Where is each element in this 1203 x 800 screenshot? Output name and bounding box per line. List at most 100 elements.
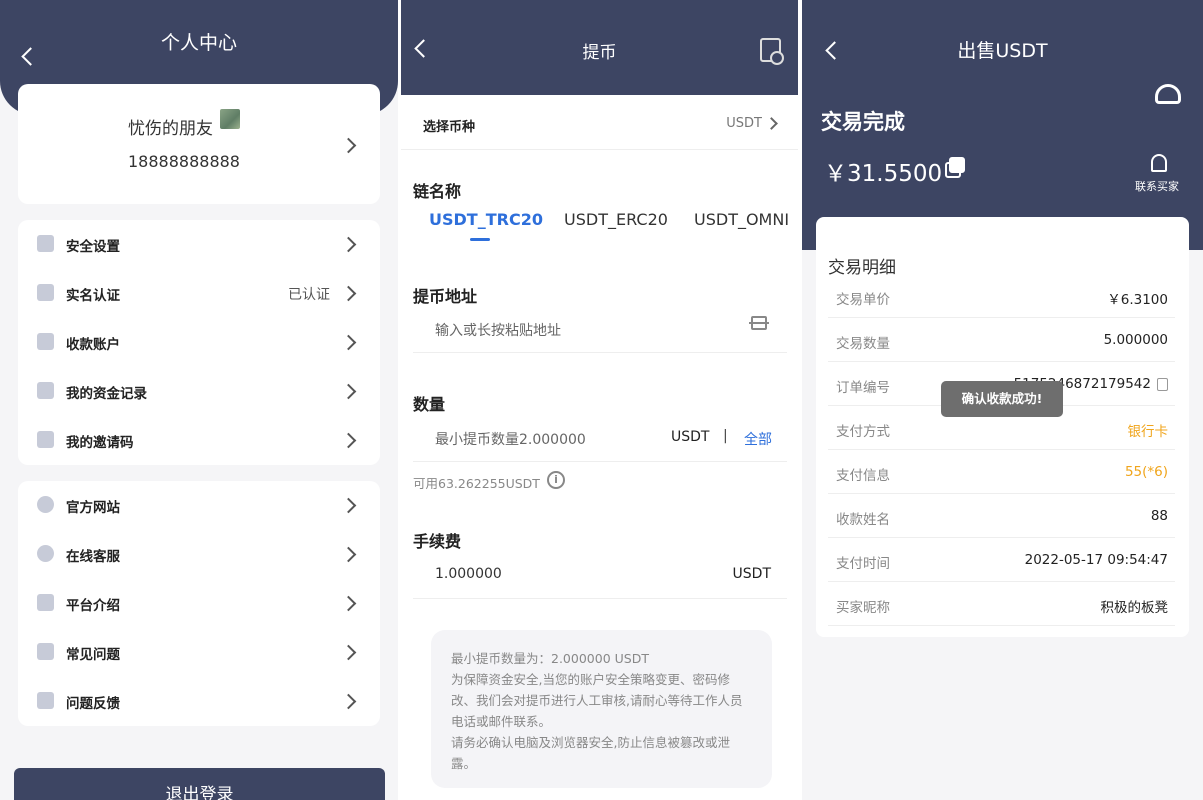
menu-item-platform-intro[interactable]: 平台介绍 [18,579,380,628]
detail-value: 5.000000 [1103,332,1168,348]
shield-icon [37,235,54,252]
notice-line: 最小提币数量为：2.000000 USDT [451,651,649,666]
tab-usdt-erc20[interactable]: USDT_ERC20 [564,210,668,229]
chevron-right-icon [340,693,357,710]
amount-label: 数量 [413,395,446,414]
all-amount-button[interactable]: 全部 [744,429,772,449]
detail-value: 2022-05-17 09:54:47 [1024,552,1168,568]
detail-row: 收款姓名 88 [828,494,1175,538]
trade-amount: ￥31.5500 [824,161,943,187]
detail-key: 支付方式 [836,424,890,440]
detail-row: 交易单价 ￥6.3100 [828,274,1175,318]
menu-group-account: 安全设置 实名认证 已认证 收款账户 我的资金记录 我的邀请码 [18,220,380,465]
tab-usdt-trc20[interactable]: USDT_TRC20 [429,210,543,229]
detail-row: 支付信息 55(*6) [828,450,1175,494]
menu-group-help: 官方网站 在线客服 平台介绍 常见问题 问题反馈 [18,481,380,726]
chevron-right-icon [340,497,357,514]
amount-input[interactable]: 最小提币数量2.000000 USDT | 全部 [413,414,787,462]
menu-item-invite-code[interactable]: 我的邀请码 [18,416,380,465]
profile-card[interactable]: 忧伤的朋友 18888888888 [18,84,380,204]
trade-status: 交易完成 [821,110,905,134]
detail-row: 支付时间 2022-05-17 09:54:47 [828,538,1175,582]
chevron-right-icon [340,285,357,302]
copy-icon[interactable] [1157,378,1168,391]
wallet-icon [37,284,54,301]
menu-item-fund-record[interactable]: 我的资金记录 [18,367,380,416]
detail-row: 交易数量 5.000000 [828,318,1175,362]
page-title: 出售USDT [957,40,1048,62]
menu-item-security[interactable]: 安全设置 [18,220,380,269]
fee-row: 1.000000 USDT [413,551,787,599]
copy-icon[interactable] [945,157,965,178]
phone-number: 18888888888 [128,152,240,171]
bell-icon[interactable] [1151,154,1167,172]
menu-item-online-service[interactable]: 在线客服 [18,530,380,579]
customer-service-icon[interactable] [1155,84,1181,104]
coin-selector[interactable]: 选择币种 USDT [401,96,798,150]
detail-value: ￥6.3100 [1107,292,1168,308]
fee-unit: USDT [732,566,771,582]
page-title: 个人中心 [160,32,237,54]
fee-value: 1.000000 [435,566,502,582]
detail-key: 买家昵称 [836,600,890,616]
verified-status: 已认证 [288,287,330,303]
detail-key: 交易数量 [836,336,890,352]
payment-method[interactable]: 银行卡 [1128,420,1169,440]
amount-unit: USDT [671,429,710,445]
address-input[interactable]: 输入或长按粘贴地址 [413,306,787,353]
coin-selector-label: 选择币种 [423,120,476,135]
chevron-right-icon [340,546,357,563]
menu-item-feedback[interactable]: 问题反馈 [18,677,380,726]
payment-info[interactable]: 55(*6) [1125,464,1168,480]
menu-item-label: 我的资金记录 [66,386,147,402]
notice-line: 请务必确认电脑及浏览器安全,防止信息被篡改或泄露。 [451,735,730,771]
chevron-right-icon [340,137,357,154]
trade-detail-card: 交易明细 交易单价 ￥6.3100 交易数量 5.000000 订单编号 517… [816,217,1189,637]
tab-usdt-omni[interactable]: USDT_OMNI [694,210,789,229]
detail-key: 订单编号 [836,380,890,396]
detail-value: 88 [1150,508,1168,524]
withdraw-record-icon[interactable] [760,38,784,65]
menu-item-faq[interactable]: 常见问题 [18,628,380,677]
scan-icon[interactable] [749,316,769,330]
address-label: 提币地址 [413,287,478,306]
withdraw-panel: 提币 选择币种 USDT 链名称 USDT_TRC20 USDT_ERC20 U… [401,0,798,800]
detail-key: 收款姓名 [836,512,890,528]
chevron-right-icon [340,432,357,449]
user-name: 忧伤的朋友 [128,119,213,139]
menu-item-label: 在线客服 [66,549,120,565]
logout-button[interactable]: 退出登录 [14,768,385,800]
detail-key: 支付信息 [836,468,890,484]
fund-record-icon [37,382,54,399]
chevron-right-icon [340,644,357,661]
invite-icon [37,431,54,448]
menu-item-website[interactable]: 官方网站 [18,481,380,530]
feedback-icon [37,692,54,709]
available-balance: 可用63.262255USDT [413,476,540,491]
sell-usdt-panel: 出售USDT 交易完成 ￥31.5500 联系买家 交易明细 交易单价 ￥6.3… [802,0,1203,800]
menu-item-label: 收款账户 [66,337,120,353]
faq-icon [37,643,54,660]
info-icon[interactable]: i [547,471,565,489]
chevron-right-icon [340,334,357,351]
menu-item-label: 我的邀请码 [66,435,134,451]
address-placeholder: 输入或长按粘贴地址 [435,323,561,339]
menu-item-label: 常见问题 [66,647,120,663]
detail-row: 买家昵称 积极的板凳 [828,582,1175,626]
chevron-right-icon [340,236,357,253]
amount-placeholder: 最小提币数量2.000000 [435,432,586,448]
menu-item-label: 问题反馈 [66,696,120,712]
detail-value: 积极的板凳 [1100,600,1169,616]
headset-icon [37,545,54,562]
detail-key: 交易单价 [836,292,890,308]
toast-message: 确认收款成功! [941,381,1063,417]
page-title: 提币 [582,43,617,63]
account-icon [37,333,54,350]
amount-separator: | [723,428,728,444]
menu-item-payment-account[interactable]: 收款账户 [18,318,380,367]
document-icon [37,594,54,611]
website-icon [37,496,54,513]
contact-buyer-label[interactable]: 联系买家 [1135,178,1179,194]
chevron-right-icon [340,383,357,400]
menu-item-real-name[interactable]: 实名认证 已认证 [18,269,380,318]
